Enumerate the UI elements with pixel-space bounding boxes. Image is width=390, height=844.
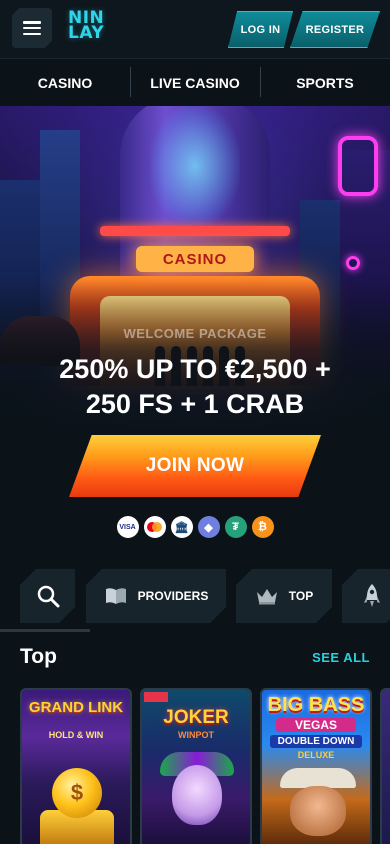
search-button[interactable] [20,569,75,623]
bitcoin-icon: ₿ [251,516,274,538]
register-button[interactable]: REGISTER [290,11,380,48]
ethereum-icon: ◆ [197,516,220,538]
dollar-coin-icon: $ [52,768,102,818]
game-subtitle: WINPOT [178,730,214,740]
login-button[interactable]: LOG IN [228,11,293,48]
promo-headline: 250% UP TO €2,500 + 250 FS + 1 CRAB [0,352,390,422]
book-icon [104,586,128,606]
header: NIN LAY LOG IN REGISTER [0,0,390,58]
hamburger-icon [23,21,41,35]
payment-methods: VISA 🏛 ◆ ₮ ₿ [0,516,390,538]
neon-sign [338,136,378,196]
join-now-button[interactable]: JOIN NOW [69,435,321,497]
category-scroll-indicator [0,629,90,632]
game-card-big-bass-vegas[interactable]: BIG BASS VEGAS DOUBLE DOWN DELUXE [260,688,372,844]
headline-line-2: 250 FS + 1 CRAB [85,389,305,419]
casino-sign: CASINO [136,246,254,272]
game-subtitle: DOUBLE DOWN [270,735,362,748]
joker-face-artwork [172,765,222,825]
hero-banner: CASINO WELCOME PACKAGE 250% UP TO €2,500… [0,106,390,560]
bank-transfer-icon: 🏛 [170,516,193,538]
top-button[interactable]: TOP [236,569,332,623]
crown-icon [255,587,279,605]
game-card-grand-link[interactable]: GRAND LINK HOLD & WIN $ [20,688,132,844]
game-title: JOKER [163,707,229,728]
rocket-button[interactable] [342,569,390,623]
tether-icon: ₮ [224,516,247,538]
game-carousel: GRAND LINK HOLD & WIN $ JOKER WINPOT BIG… [20,688,390,844]
logo[interactable]: NIN LAY [68,10,118,47]
see-all-link[interactable]: SEE ALL [312,650,370,665]
game-title: BIG BASS [267,694,365,716]
section-title: Top [20,645,57,668]
game-subtitle: DELUXE [297,750,335,760]
mastercard-icon [143,516,166,538]
search-icon [36,584,60,608]
game-card-partial[interactable] [380,688,390,844]
category-bar: PROVIDERS TOP [0,569,390,625]
neon-sign [346,256,360,270]
nav-item-casino[interactable]: CASINO [0,75,130,91]
page: NIN LAY LOG IN REGISTER CASINO LIVE CASI… [0,0,390,844]
welcome-kicker: WELCOME PACKAGE [123,326,267,341]
visa-icon: VISA [116,516,139,538]
game-subtitle: HOLD & WIN [48,730,104,740]
rocket-icon [364,583,380,609]
menu-button[interactable] [12,8,52,48]
providers-button[interactable]: PROVIDERS [86,569,226,623]
hologram-figure [150,106,240,226]
providers-label: PROVIDERS [137,589,209,603]
new-badge [144,692,168,702]
nav-item-live-casino[interactable]: LIVE CASINO [130,66,260,97]
game-title: GRAND LINK [28,699,124,716]
top-label: TOP [288,589,314,603]
cowboy-hat-artwork [280,768,356,788]
nav-item-sports[interactable]: SPORTS [260,66,390,97]
main-nav: CASINO LIVE CASINO SPORTS [0,58,390,106]
logo-line-2: LAY [68,23,105,43]
game-subtitle: VEGAS [276,718,356,732]
headline-line-1: 250% UP TO €2,500 + [59,354,331,384]
fisherman-artwork [290,786,346,836]
neon-stripe [100,226,290,236]
game-card-joker-winpot[interactable]: JOKER WINPOT [140,688,252,844]
